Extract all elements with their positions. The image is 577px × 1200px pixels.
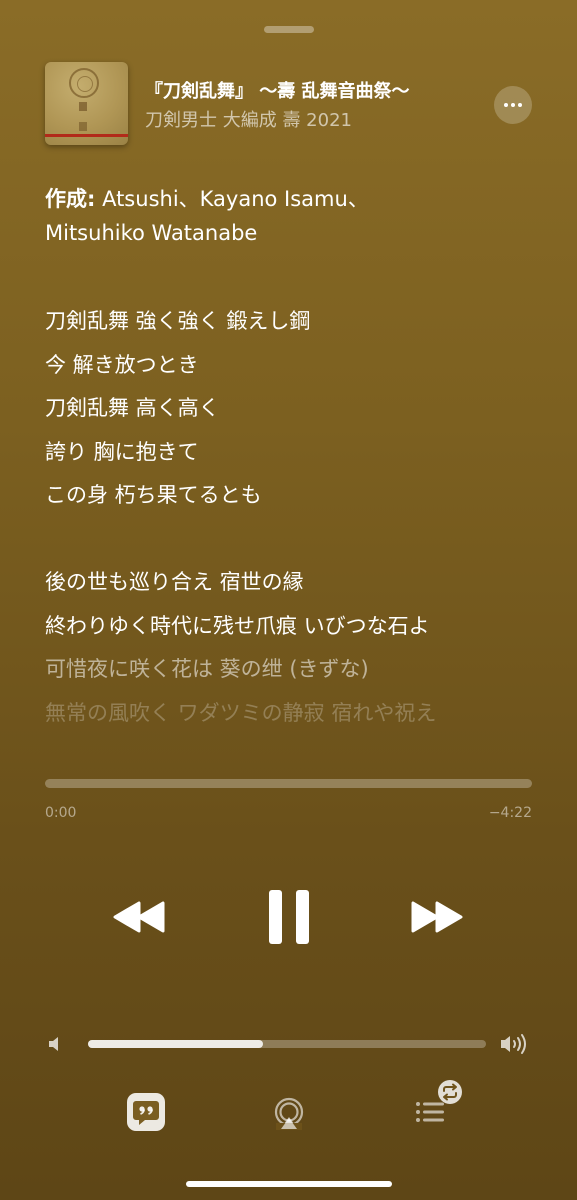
elapsed-time: 0:00 bbox=[45, 805, 77, 821]
ellipsis-icon bbox=[504, 103, 508, 107]
volume-slider[interactable] bbox=[88, 1040, 486, 1048]
pause-icon bbox=[269, 890, 309, 944]
fast-forward-icon bbox=[411, 901, 463, 933]
volume-min-button[interactable] bbox=[44, 1034, 66, 1054]
sheet-grabber[interactable] bbox=[264, 26, 314, 33]
lyric-line[interactable]: 終わりゆく時代に残せ爪痕 いびつな石よ bbox=[45, 605, 545, 649]
pause-button[interactable] bbox=[262, 886, 316, 948]
queue-list-icon bbox=[416, 1080, 462, 1122]
lyrics: 刀剣乱舞 強く強く 鍛えし鋼 今 解き放つとき 刀剣乱舞 高く高く 誇り 胸に抱… bbox=[45, 300, 545, 735]
credits: 作成: Atsushi、Kayano Isamu、 Mitsuhiko Wata… bbox=[45, 182, 535, 250]
lyric-line[interactable]: 刀剣乱舞 強く強く 鍛えし鋼 bbox=[45, 300, 545, 344]
fast-forward-button[interactable] bbox=[406, 894, 468, 940]
lyric-line[interactable]: この身 朽ち果てるとも bbox=[45, 474, 545, 518]
lyrics-quote-icon bbox=[127, 1093, 165, 1131]
credits-names: Mitsuhiko Watanabe bbox=[45, 221, 258, 245]
lyric-line[interactable]: 誇り 胸に抱きて bbox=[45, 431, 545, 475]
progress-scrubber[interactable] bbox=[45, 779, 532, 788]
song-artist[interactable]: 刀剣男士 大編成 壽 2021 bbox=[145, 106, 352, 132]
lyric-line[interactable]: 可惜夜に咲く花は 葵の绁 (きずな) bbox=[45, 648, 545, 692]
credits-names: Atsushi、Kayano Isamu、 bbox=[95, 187, 369, 211]
lyric-line[interactable]: 無常の風吹く ワダツミの静寂 宿れや祝え bbox=[45, 692, 545, 736]
song-title[interactable]: 『刀剣乱舞』 〜壽 乱舞音曲祭〜 bbox=[145, 77, 410, 103]
speaker-low-icon bbox=[49, 1037, 58, 1051]
volume-fill bbox=[88, 1040, 264, 1048]
rewind-button[interactable] bbox=[108, 894, 170, 940]
queue-button[interactable] bbox=[408, 1078, 468, 1132]
more-options-button[interactable] bbox=[494, 86, 532, 124]
rewind-icon bbox=[113, 901, 165, 933]
credits-label: 作成: bbox=[45, 187, 96, 211]
volume-max-button[interactable] bbox=[498, 1032, 532, 1056]
lyric-line[interactable]: 刀剣乱舞 高く高く bbox=[45, 387, 545, 431]
home-indicator[interactable] bbox=[186, 1181, 392, 1187]
lyric-line[interactable]: 後の世も巡り合え 宿世の縁 bbox=[45, 561, 545, 605]
remaining-time: −4:22 bbox=[488, 805, 532, 821]
airplay-icon bbox=[274, 1097, 304, 1130]
airplay-button[interactable] bbox=[268, 1092, 310, 1134]
artwork-band bbox=[45, 134, 128, 137]
lyric-line[interactable]: 今 解き放つとき bbox=[45, 344, 545, 388]
speaker-high-icon bbox=[501, 1034, 526, 1054]
artwork-mark bbox=[79, 102, 87, 111]
artwork-seal bbox=[69, 68, 99, 98]
lyrics-button[interactable] bbox=[124, 1090, 168, 1134]
artwork-mark bbox=[79, 122, 87, 131]
album-artwork bbox=[45, 62, 128, 145]
